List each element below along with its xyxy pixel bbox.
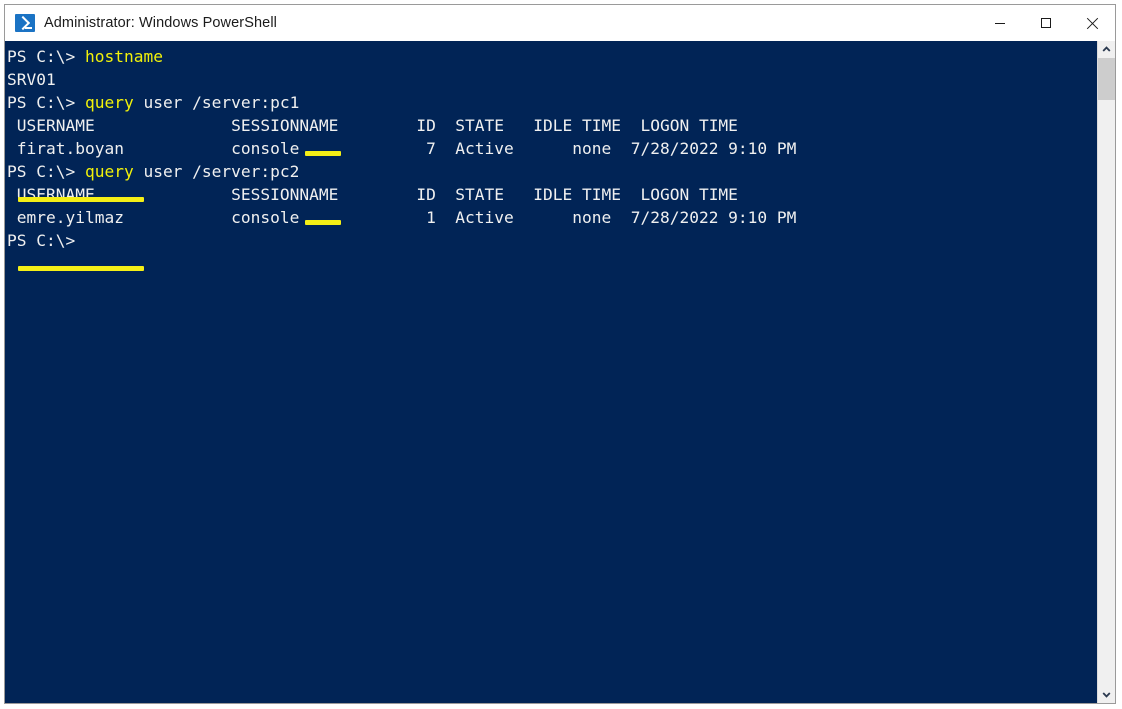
window-controls: [977, 5, 1115, 41]
minimize-icon: [995, 23, 1005, 24]
scroll-down-button[interactable]: [1098, 686, 1115, 703]
annotation-underline-pc1: [305, 151, 341, 156]
maximize-button[interactable]: [1023, 5, 1069, 41]
chevron-up-icon: [1102, 46, 1111, 52]
annotation-underline-firat.boyan: [18, 197, 144, 202]
title-bar-left: Administrator: Windows PowerShell: [5, 14, 977, 32]
close-icon: [1086, 17, 1098, 29]
annotation-underline-emre.yilmaz: [18, 266, 144, 271]
powershell-window: Administrator: Windows PowerShell PS C:\…: [4, 4, 1116, 704]
powershell-icon: [15, 14, 35, 32]
scroll-up-button[interactable]: [1098, 41, 1115, 58]
scrollbar-thumb[interactable]: [1098, 58, 1115, 100]
chevron-down-icon: [1102, 692, 1111, 698]
vertical-scrollbar[interactable]: [1097, 41, 1115, 703]
console-text: PS C:\> hostname SRV01 PS C:\> query use…: [7, 47, 797, 250]
terminal-area: PS C:\> hostname SRV01 PS C:\> query use…: [5, 41, 1115, 703]
title-bar[interactable]: Administrator: Windows PowerShell: [5, 5, 1115, 41]
scrollbar-track[interactable]: [1098, 58, 1115, 686]
maximize-icon: [1041, 18, 1051, 28]
close-button[interactable]: [1069, 5, 1115, 41]
annotation-underline-pc2: [305, 220, 341, 225]
minimize-button[interactable]: [977, 5, 1023, 41]
console-output-region[interactable]: PS C:\> hostname SRV01 PS C:\> query use…: [5, 41, 1097, 703]
window-title: Administrator: Windows PowerShell: [44, 15, 277, 31]
